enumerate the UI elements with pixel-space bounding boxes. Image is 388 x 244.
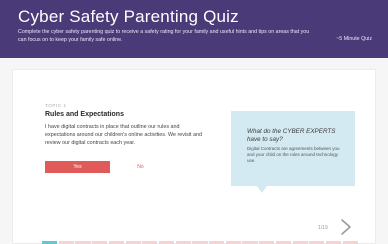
quiz-header: Cyber Safety Parenting Quiz Complete the…: [0, 0, 388, 58]
question-counter: 1/19: [318, 225, 328, 231]
expert-tip-pointer: [257, 186, 267, 193]
expert-tip-text: Digital Contracts are agreements between…: [247, 146, 340, 163]
quiz-duration: ~5 Minute Quiz: [336, 36, 372, 42]
yes-button[interactable]: Yes: [45, 161, 110, 173]
chevron-right-icon[interactable]: [339, 218, 353, 236]
topic-title: Rules and Expectations: [45, 111, 124, 118]
page-title: Cyber Safety Parenting Quiz: [18, 7, 239, 26]
expert-tip-heading: What do the CYBER EXPERTS have to say?: [247, 128, 336, 143]
no-button[interactable]: No: [118, 161, 163, 173]
quiz-description: Complete the cyber safety parenting quiz…: [18, 29, 310, 43]
question-text: I have digital contracts in place that o…: [45, 124, 203, 147]
topic-label: TOPIC 1: [45, 103, 67, 108]
